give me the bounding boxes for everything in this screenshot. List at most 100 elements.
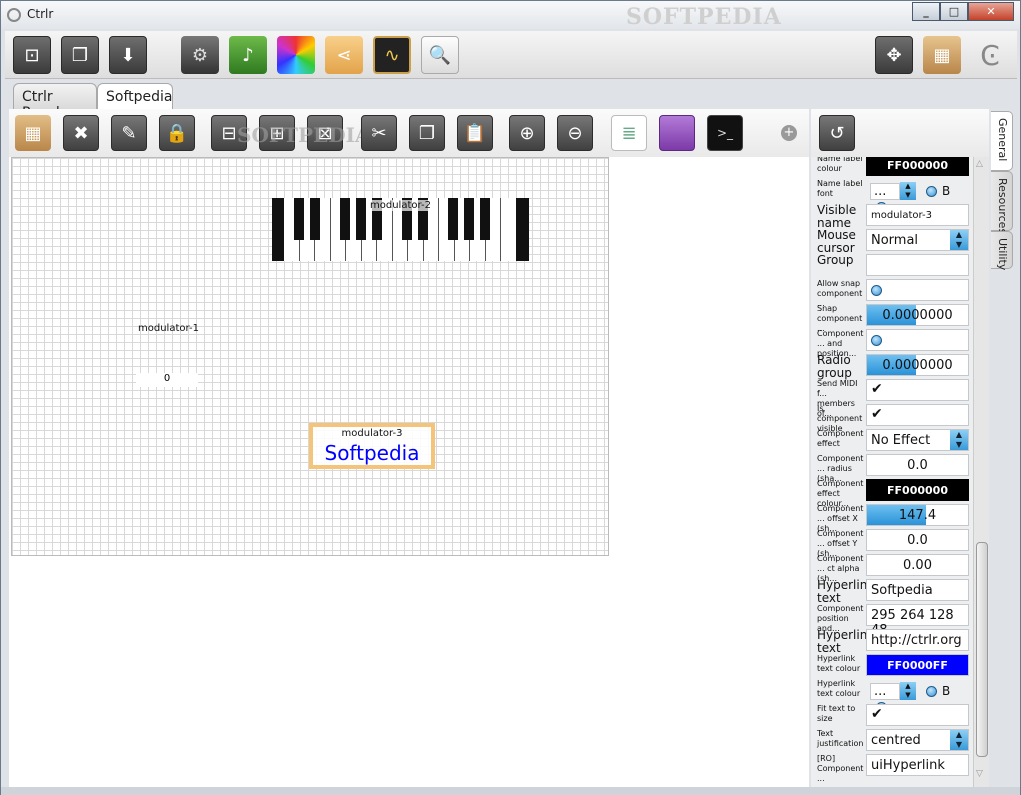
paste-button[interactable]: 📋 (457, 115, 493, 151)
toggle-field[interactable] (866, 279, 969, 301)
property-row: Send MIDI f... members of... ✔ (811, 378, 973, 418)
midi-monitor-button[interactable]: ∿ (373, 36, 411, 74)
align-icon: ⊟ (221, 122, 237, 144)
dropdown-field[interactable]: No Effect ▲ ▼ (866, 429, 969, 451)
radio-icon[interactable] (871, 285, 882, 296)
toggle-field[interactable] (866, 329, 969, 351)
text-field[interactable]: uiHyperlink (866, 754, 969, 776)
checkbox-field[interactable]: ✔ (866, 379, 969, 401)
font-picker[interactable]: ... ▲ ▼ B (866, 179, 969, 213)
zoom-out-button[interactable]: ⊖ (557, 115, 593, 151)
tab-general[interactable]: General (991, 111, 1013, 171)
text-field[interactable]: http://ctrlr.org (866, 629, 969, 651)
colour-field[interactable]: FF000000 (866, 479, 969, 501)
share-button[interactable]: ⋖ (325, 36, 363, 74)
panel-grid[interactable]: modulator-2 modulator-1 0 modulator-3 So… (11, 157, 609, 556)
ctrlr-logo-icon (7, 8, 21, 22)
slider-field[interactable]: 0.0000000 (866, 304, 969, 326)
move-button[interactable]: ✥ (875, 36, 913, 74)
property-row: Mouse cursor Normal ▲ ▼ (811, 228, 973, 255)
colour-field[interactable]: FF0000FF (866, 654, 969, 676)
package-icon: ▦ (933, 44, 951, 66)
copy-button[interactable]: ❐ (409, 115, 445, 151)
open-panel-button[interactable]: ❐ (61, 36, 99, 74)
property-row: Group (811, 253, 973, 278)
checkmark-icon[interactable]: ✔ (871, 381, 883, 397)
properties-scrollbar[interactable]: △ ▽ (973, 157, 989, 787)
midi-devices-button[interactable]: ♪ (229, 36, 267, 74)
minimize-button[interactable]: _ (912, 2, 940, 21)
edit-button[interactable]: ✎ (111, 115, 147, 151)
hyperlink-component[interactable]: modulator-3 Softpedia (309, 423, 435, 469)
scroll-down-icon[interactable]: ▽ (976, 769, 983, 779)
waveform-icon: ∿ (384, 44, 400, 66)
tab-softpedia[interactable]: Softpedia (97, 83, 173, 109)
bold-toggle[interactable] (926, 685, 937, 697)
colour-button[interactable] (277, 36, 315, 74)
chevron-updown-icon[interactable]: ▲ ▼ (900, 682, 916, 700)
panel-package-button[interactable]: ▦ (15, 115, 51, 151)
text-field[interactable]: Softpedia (866, 579, 969, 601)
property-label: Radio group (817, 353, 852, 380)
slider-field[interactable]: 147.4 (866, 504, 969, 526)
copy-panel-icon: ❐ (71, 44, 89, 66)
zoom-in-button[interactable]: ⊕ (509, 115, 545, 151)
number-field[interactable]: 0.0 (866, 529, 969, 551)
dropdown-field[interactable]: centred ▲ ▼ (866, 729, 969, 751)
add-button[interactable]: + (781, 125, 797, 141)
dropdown-field[interactable]: Normal ▲ ▼ (866, 229, 969, 251)
share-icon: ⋖ (336, 44, 352, 66)
hyperlink-text[interactable]: Softpedia (313, 441, 431, 465)
cut-button[interactable]: ✂ (361, 115, 397, 151)
chevron-updown-icon[interactable]: ▲ ▼ (950, 730, 968, 750)
new-panel-icon: ⊡ (24, 44, 40, 66)
chevron-updown-icon[interactable]: ▲ ▼ (900, 182, 916, 200)
panel-tabs: Ctrlr Panel Softpedia (5, 81, 1017, 121)
maximize-button[interactable]: □ (940, 2, 968, 21)
chevron-updown-icon[interactable]: ▲ ▼ (950, 430, 968, 450)
property-row: Component ... ct alpha (sh... 0.00 (811, 553, 973, 583)
tab-resources[interactable]: Resources (991, 171, 1013, 234)
colour-field[interactable]: FF000000 (866, 157, 969, 176)
midi-card-icon: ♪ (242, 44, 254, 66)
checkbox-field[interactable]: ✔ (866, 404, 969, 426)
property-label: Hyperlink text (817, 578, 875, 605)
settings-button[interactable]: ⚙ (181, 36, 219, 74)
delete-button[interactable]: ✖ (63, 115, 99, 151)
checkmark-icon[interactable]: ✔ (871, 406, 883, 422)
refresh-button[interactable]: ↺ (819, 115, 855, 151)
close-button[interactable]: ✕ (968, 2, 1014, 21)
checkbox-field[interactable]: ✔ (866, 704, 969, 726)
save-panel-button[interactable]: ⬇ (109, 36, 147, 74)
number-field[interactable]: 0.00 (866, 554, 969, 576)
lua-editor-button[interactable]: ≣ (611, 115, 647, 151)
scrollbar-thumb[interactable] (976, 542, 988, 757)
tab-ctrlr-panel[interactable]: Ctrlr Panel (13, 83, 97, 121)
property-row: Component ... offset X (sh... 147.4 (811, 503, 973, 533)
ctrlr-menu-button[interactable]: Ͼ (971, 36, 1009, 74)
text-field[interactable]: 295 264 128 48 (866, 604, 969, 638)
package-button[interactable]: ▦ (923, 36, 961, 74)
search-button[interactable]: 🔍 (421, 36, 459, 74)
bold-toggle[interactable] (926, 185, 937, 197)
magnifier-icon: 🔍 (428, 44, 452, 66)
modulator-1-value[interactable]: 0 (136, 373, 198, 387)
text-field[interactable] (866, 254, 969, 276)
new-panel-button[interactable]: ⊡ (13, 36, 51, 74)
chevron-updown-icon[interactable]: ▲ ▼ (950, 230, 968, 250)
font-picker[interactable]: ... ▲ ▼ B (866, 679, 969, 713)
lock-button[interactable]: 🔒 (159, 115, 195, 151)
keyboard-component[interactable]: modulator-2 (272, 198, 529, 261)
dropdown-value: No Effect (871, 433, 931, 448)
layers-button[interactable] (659, 115, 695, 151)
tab-utility[interactable]: Utility (991, 231, 1013, 270)
slider-field[interactable]: 0.0000000 (866, 354, 969, 376)
scroll-up-icon[interactable]: △ (976, 159, 983, 169)
console-button[interactable]: >_ (707, 115, 743, 151)
text-field[interactable]: modulator-3 (866, 204, 969, 226)
radio-icon[interactable] (871, 335, 882, 346)
checkmark-icon[interactable]: ✔ (871, 706, 883, 722)
property-label: Hyperlink text (817, 628, 875, 655)
status-strip (1, 787, 1020, 795)
number-field[interactable]: 0.0 (866, 454, 969, 476)
